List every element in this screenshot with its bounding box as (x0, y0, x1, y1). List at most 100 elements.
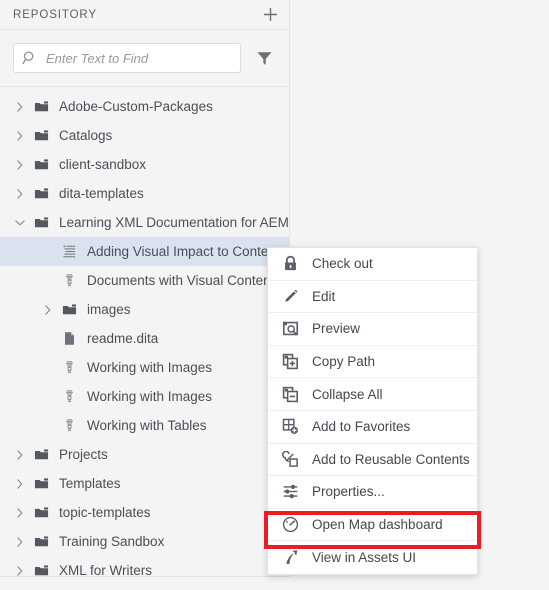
tree-item-label: client-sandbox (59, 157, 147, 172)
context-menu-item[interactable]: Open Map dashboard (268, 509, 477, 542)
tree-item[interactable]: Catalogs (0, 121, 289, 150)
search-box[interactable] (13, 43, 241, 73)
search-input[interactable] (38, 49, 240, 67)
context-menu-item-label: Edit (312, 288, 336, 304)
context-menu-item[interactable]: Collapse All (268, 378, 477, 411)
collapse-all-icon (268, 386, 312, 403)
tree-item-label: Working with Images (87, 360, 213, 375)
folder-icon (30, 186, 52, 201)
repository-tree: Adobe-Custom-Packages Catalogs client-sand… (0, 87, 289, 577)
folder-icon (30, 215, 52, 230)
tree-item[interactable]: Working with Tables (0, 411, 289, 440)
tree-item[interactable]: dita-templates (0, 179, 289, 208)
tree-item[interactable]: Documents with Visual Content (0, 266, 289, 295)
context-menu-item[interactable]: Edit (268, 281, 477, 314)
ditamap-icon (58, 244, 80, 259)
external-arrow-icon (268, 549, 312, 566)
chevron-right-icon[interactable] (10, 535, 30, 549)
context-menu-item[interactable]: Check out (268, 248, 477, 281)
tree-item-label: readme.dita (87, 331, 159, 346)
tree-item-label: dita-templates (59, 186, 144, 201)
tree-item[interactable]: Adding Visual Impact to Content (0, 237, 289, 266)
repository-header: REPOSITORY (0, 0, 289, 30)
tree-item-label: Working with Tables (87, 418, 207, 433)
lock-icon (268, 255, 312, 272)
context-menu-item-label: Add to Favorites (312, 419, 411, 435)
filter-icon[interactable] (253, 47, 275, 69)
tree-item[interactable]: images (0, 295, 289, 324)
tree-item[interactable]: Learning XML Documentation for AEM (0, 208, 289, 237)
tree-item-label: Projects (59, 447, 108, 462)
context-menu-item-label: Copy Path (312, 354, 376, 370)
folder-icon (30, 157, 52, 172)
tree-item[interactable]: Adobe-Custom-Packages (0, 92, 289, 121)
tree-item[interactable]: Working with Images (0, 382, 289, 411)
tree-item[interactable]: Training Sandbox (0, 527, 289, 556)
plus-icon[interactable] (260, 5, 280, 25)
folder-icon (30, 128, 52, 143)
chevron-right-icon[interactable] (10, 158, 30, 172)
tree-item-label: Training Sandbox (59, 534, 165, 549)
copy-path-icon (268, 353, 312, 370)
pencil-icon (268, 288, 312, 305)
context-menu-item-label: Check out (312, 256, 373, 272)
folder-icon (30, 476, 52, 491)
chevron-down-icon[interactable] (10, 216, 30, 230)
topic-icon (58, 418, 80, 433)
chevron-right-icon[interactable] (10, 448, 30, 462)
search-icon (22, 50, 38, 66)
properties-icon (268, 483, 312, 500)
context-menu-item-label: Properties... (312, 484, 385, 500)
chevron-right-icon[interactable] (10, 564, 30, 577)
tree-item-label: topic-templates (59, 505, 151, 520)
topic-icon (58, 360, 80, 375)
tree-item[interactable]: readme.dita (0, 324, 289, 353)
tree-item[interactable]: Working with Images (0, 353, 289, 382)
tree-item[interactable]: Projects (0, 440, 289, 469)
preview-icon (268, 320, 312, 337)
context-menu-item[interactable]: Preview (268, 313, 477, 346)
tree-item-label: Adding Visual Impact to Content (87, 244, 280, 259)
chevron-right-icon[interactable] (38, 303, 58, 317)
tree-item[interactable]: XML for Writers (0, 556, 289, 577)
tree-item[interactable]: client-sandbox (0, 150, 289, 179)
chevron-right-icon[interactable] (10, 506, 30, 520)
context-menu: Check out Edit Preview Copy Path Collapse Al… (267, 247, 478, 575)
topic-icon (58, 389, 80, 404)
tree-item[interactable]: topic-templates (0, 498, 289, 527)
context-menu-item[interactable]: Add to Favorites (268, 411, 477, 444)
context-menu-item[interactable]: Add to Reusable Contents (268, 444, 477, 477)
chevron-right-icon[interactable] (10, 477, 30, 491)
folder-icon (30, 99, 52, 114)
gauge-icon (268, 516, 312, 533)
repository-panel: REPOSITORY Adobe-Custom-Packages Catalogs… (0, 0, 290, 577)
add-to-favorites-icon (268, 418, 312, 435)
add-reusable-icon (268, 450, 312, 468)
folder-icon (58, 302, 80, 317)
folder-icon (30, 505, 52, 520)
context-menu-item-label: Preview (312, 321, 361, 337)
folder-icon (30, 563, 52, 576)
tree-item-label: Templates (59, 476, 121, 491)
tree-item-label: XML for Writers (59, 563, 153, 577)
tree-item-label: Working with Images (87, 389, 213, 404)
folder-icon (30, 447, 52, 462)
context-menu-item[interactable]: Properties... (268, 476, 477, 509)
context-menu-item-label: Add to Reusable Contents (312, 451, 470, 467)
tree-item-label: Adobe-Custom-Packages (59, 99, 213, 114)
page-title: REPOSITORY (13, 8, 97, 21)
tree-item-label: images (87, 302, 131, 317)
tree-item-label: Catalogs (59, 128, 113, 143)
tree-item-label: Learning XML Documentation for AEM (59, 215, 289, 230)
topic-icon (58, 273, 80, 288)
chevron-right-icon[interactable] (10, 129, 30, 143)
chevron-right-icon[interactable] (10, 187, 30, 201)
context-menu-item-label: Collapse All (312, 386, 383, 402)
tree-item[interactable]: Templates (0, 469, 289, 498)
tree-item-label: Documents with Visual Content (87, 273, 275, 288)
search-row (0, 30, 289, 87)
file-icon (58, 331, 80, 346)
chevron-right-icon[interactable] (10, 100, 30, 114)
context-menu-item[interactable]: Copy Path (268, 346, 477, 379)
context-menu-item[interactable]: View in Assets UI (268, 541, 477, 574)
